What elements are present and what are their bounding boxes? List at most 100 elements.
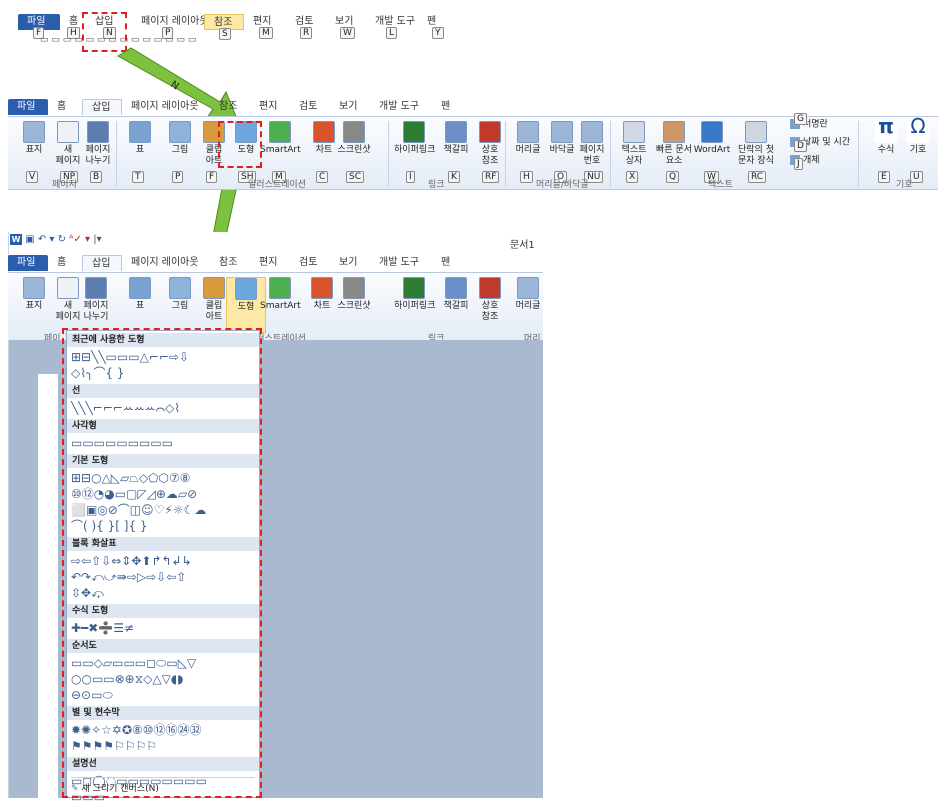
tab-row-2: 파일 홈 삽입 페이지 레이아웃 참조 편지 검토 보기 개발 도구 펜: [8, 99, 462, 115]
keytip-G: G: [794, 113, 807, 125]
keytip-SC: SC: [346, 171, 364, 183]
table-icon: [129, 121, 151, 143]
bookmark-icon: [445, 121, 467, 143]
lower-btn-screenshot[interactable]: 스크린샷: [334, 277, 374, 312]
undo-icon[interactable]: ↶ ▾: [38, 234, 55, 245]
hyperlink-icon: [403, 121, 425, 143]
picture-icon: [169, 277, 191, 299]
page-break-icon: [85, 277, 107, 299]
ribbon-btn-quick-parts[interactable]: 빠른 문서 요소 Q: [654, 121, 694, 183]
customize-qat-icon[interactable]: |▾: [93, 234, 101, 245]
ribbon-btn-label: 상호 참조: [481, 145, 499, 166]
cover-page-icon: [23, 121, 45, 143]
keytip-F: F: [206, 171, 218, 183]
drop-cap-icon: [745, 121, 767, 143]
ribbon-separator-2: [505, 121, 506, 187]
ribbon-btn-label: 단락의 첫 문자 장식: [738, 145, 774, 166]
ribbon-btn-cross-reference[interactable]: 상호 참조 RF: [470, 121, 510, 183]
ribbon-btn-wordart[interactable]: WordArt W: [692, 121, 732, 183]
tabs2-tab-6[interactable]: 검토: [290, 99, 330, 115]
screenshot-icon: [343, 121, 365, 143]
ribbon-btn-smartart[interactable]: SmartArt M: [260, 121, 301, 183]
ribbon-separator-4: [858, 121, 859, 187]
lower-btn-label: 머리글: [515, 301, 541, 311]
tabs3-tab-1[interactable]: 홈: [48, 255, 82, 271]
tabs2-tab-4[interactable]: 참조: [210, 99, 250, 115]
smartart-icon: [269, 121, 291, 143]
ribbon-small-label: 날짜 및 시간: [803, 137, 851, 148]
keytip-Q: Q: [666, 171, 680, 183]
tabs2-tab-0[interactable]: 파일: [8, 99, 48, 115]
ribbon-small-1[interactable]: 날짜 및 시간 D: [790, 137, 851, 152]
tabs2-tab-1[interactable]: 홈: [48, 99, 82, 115]
ribbon-btn-text-box[interactable]: 텍스트 상자 X: [614, 121, 654, 183]
lower-btn-table[interactable]: 표: [120, 277, 160, 312]
keytip-V: V: [26, 171, 39, 183]
ribbon-btn-label: 기호: [909, 145, 927, 155]
keytip-P: P: [172, 171, 184, 183]
ribbon-separator-1: [388, 121, 389, 187]
tabs3-tab-0[interactable]: 파일: [8, 255, 48, 271]
smartart-icon: [269, 277, 291, 299]
header-icon: [517, 121, 539, 143]
tabs2-tab-2[interactable]: 삽입: [82, 99, 122, 115]
tabs3-tab-6[interactable]: 검토: [290, 255, 330, 271]
shapes-gallery-highlight: [62, 328, 262, 798]
ribbon-btn-table[interactable]: 표T: [120, 121, 160, 183]
tabs3-tab-9[interactable]: 펜: [432, 255, 462, 271]
cover-page-icon: [23, 277, 45, 299]
ribbon-btn-hyperlink[interactable]: 하이퍼링크 I: [394, 121, 435, 183]
keytip-K: K: [448, 171, 460, 183]
save-icon[interactable]: ▣: [25, 234, 34, 245]
window-title: 문서1: [510, 240, 535, 251]
ribbon-btn-label: 빠른 문서 요소: [656, 145, 692, 166]
tabs3-tab-4[interactable]: 참조: [210, 255, 250, 271]
ribbon-group-label-5: 기호: [896, 180, 913, 190]
tabs2-tab-9[interactable]: 펜: [432, 99, 462, 115]
tabs3-tab-8[interactable]: 개발 도구: [370, 255, 432, 271]
table-icon: [129, 277, 151, 299]
keytip-RC: RC: [748, 171, 767, 183]
tabs2-tab-8[interactable]: 개발 도구: [370, 99, 432, 115]
tabs2-tab-3[interactable]: 페이지 레이아웃: [122, 99, 210, 115]
lower-btn-header[interactable]: 머리글: [508, 277, 548, 312]
lower-btn-label: 하이퍼링크: [394, 301, 436, 311]
ribbon-btn-page-number[interactable]: 페이지 번호 NU: [572, 121, 612, 183]
tabs3-tab-2[interactable]: 삽입: [82, 255, 122, 271]
hyperlink-icon: [403, 277, 425, 299]
keytip-J: J: [794, 158, 803, 170]
document-page[interactable]: [38, 374, 58, 798]
spelling-icon[interactable]: ᴬ✓ ▾: [69, 234, 90, 245]
page-break-icon: [87, 121, 109, 143]
keytip-RF: RF: [482, 171, 500, 183]
ribbon-btn-symbol[interactable]: Ω 기호 U: [898, 116, 938, 183]
ribbon-small-0[interactable]: 서명란 G: [790, 113, 828, 131]
ribbon-group-label-0: 페이지: [52, 180, 77, 190]
tabs2-tab-5[interactable]: 편지: [250, 99, 290, 115]
ribbon-btn-label: 페이지 번호: [579, 145, 605, 166]
ribbon-btn-screenshot[interactable]: 스크린샷 SC: [334, 121, 374, 183]
ribbon-small-2[interactable]: 개체 J: [790, 155, 820, 170]
ribbon-btn-page-break[interactable]: 페이지 나누기 B: [78, 121, 118, 183]
lower-btn-cross-reference[interactable]: 상호 참조: [470, 277, 510, 323]
tabs3-tab-3[interactable]: 페이지 레이아웃: [122, 255, 210, 271]
footer-icon: [551, 121, 573, 143]
ribbon-btn-drop-cap[interactable]: 단락의 첫 문자 장식 RC: [736, 121, 776, 183]
ribbon-group-label-3: 머리글/바닥글: [536, 180, 589, 190]
lower-btn-hyperlink[interactable]: 하이퍼링크: [394, 277, 436, 312]
tabs2-tab-7[interactable]: 보기: [330, 99, 370, 115]
ribbon-separator-3: [610, 121, 611, 187]
word-logo-icon: W: [10, 234, 22, 245]
text-box-icon: [623, 121, 645, 143]
tabs3-tab-7[interactable]: 보기: [330, 255, 370, 271]
tabs3-tab-5[interactable]: 편지: [250, 255, 290, 271]
keytip-B: B: [90, 171, 103, 183]
chart-icon: [313, 121, 335, 143]
keytip-T: T: [132, 171, 144, 183]
redo-icon[interactable]: ↻: [58, 234, 66, 245]
keytip-E: E: [878, 171, 890, 183]
lower-btn-page-break[interactable]: 페이지 나누기: [76, 277, 116, 323]
picture-icon: [169, 121, 191, 143]
lower-btn-smartart[interactable]: SmartArt: [260, 277, 301, 312]
chart-icon: [311, 277, 333, 299]
